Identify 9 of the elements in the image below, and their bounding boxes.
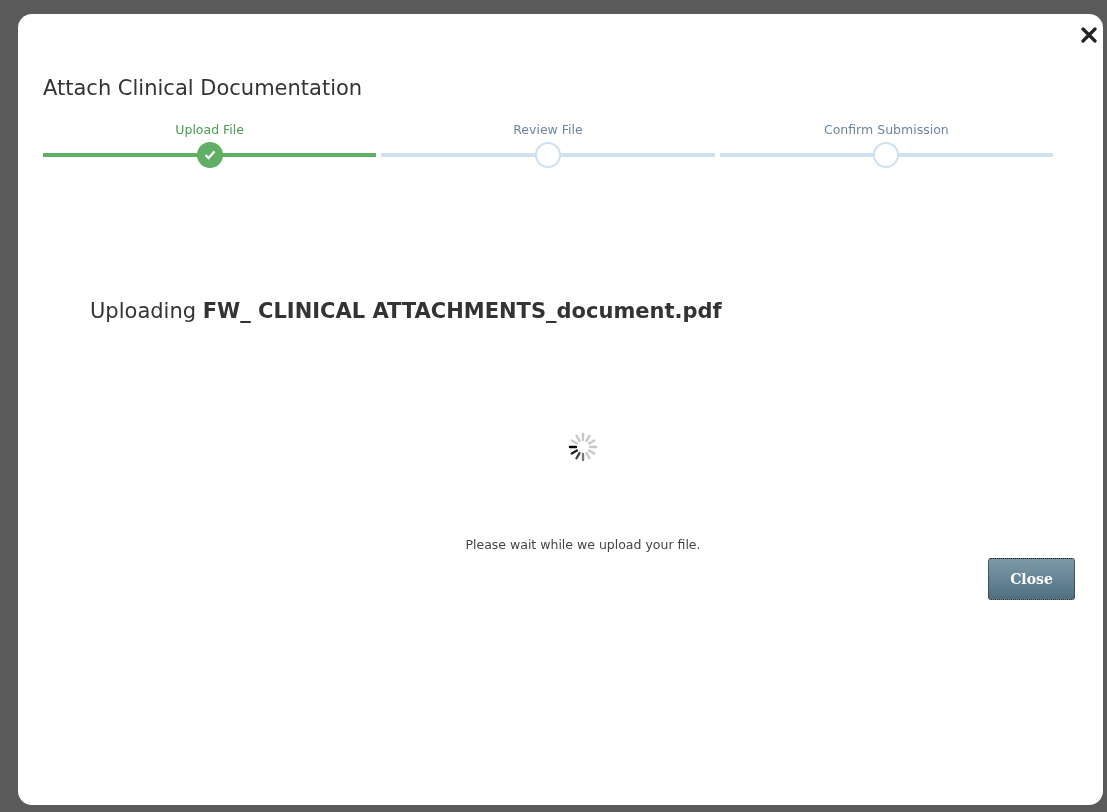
close-button[interactable]: Close [988,558,1075,600]
close-icon[interactable] [1079,24,1099,46]
step-label: Confirm Submission [823,122,949,139]
step-label: Review File [513,122,583,139]
step-label: Upload File [175,122,244,139]
wait-message: Please wait while we upload your file. [465,537,701,552]
dialog-title: Attach Clinical Documentation [43,76,363,100]
upload-status-text: Uploading FW_ CLINICAL ATTACHMENTS_document.pdf [90,299,722,323]
loading-spinner-icon [567,431,599,463]
